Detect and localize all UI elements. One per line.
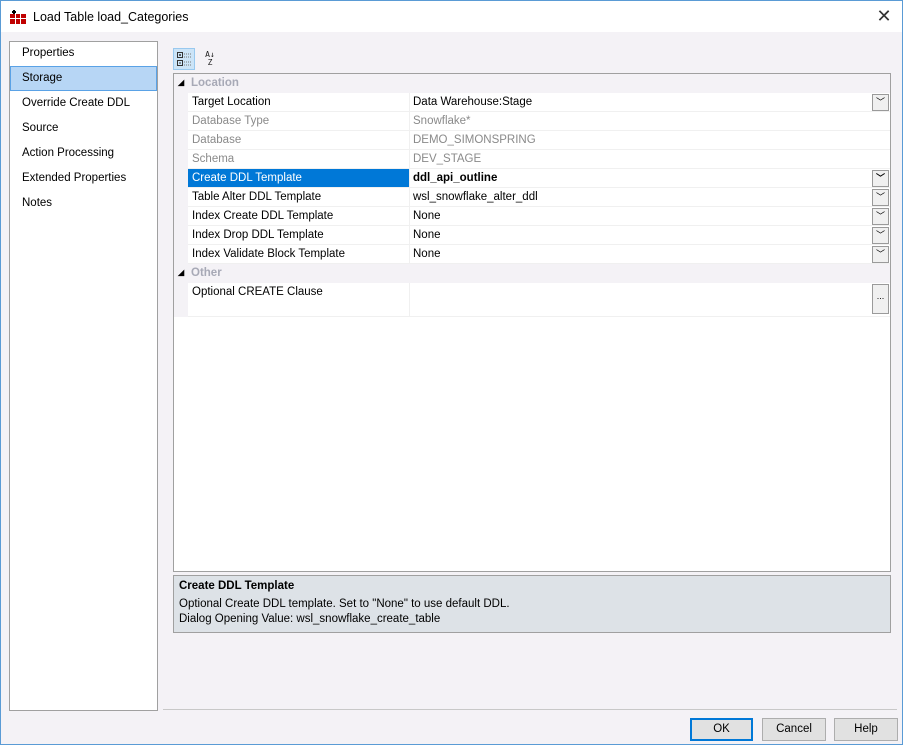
property-row[interactable]: Schema DEV_STAGE: [174, 150, 890, 169]
nav-item-storage[interactable]: Storage: [10, 66, 157, 91]
table-icon: [10, 9, 26, 24]
nav-item-override-create-ddl[interactable]: Override Create DDL: [10, 91, 157, 116]
property-value[interactable]: wsl_snowflake_alter_ddl ﹀: [410, 188, 890, 207]
ellipsis-button[interactable]: ...: [872, 284, 889, 314]
property-label[interactable]: Create DDL Template: [188, 169, 410, 188]
property-value[interactable]: ddl_api_outline ﹀: [410, 169, 890, 188]
row-gutter: [174, 112, 188, 131]
property-value-text: Data Warehouse:Stage: [413, 96, 533, 108]
chevron-down-icon[interactable]: ﹀: [872, 246, 889, 263]
category-location[interactable]: ◢ Location: [174, 74, 890, 93]
property-row[interactable]: Target Location Data Warehouse:Stage ﹀: [174, 93, 890, 112]
row-gutter: [174, 169, 188, 188]
property-label[interactable]: Optional CREATE Clause: [188, 283, 410, 317]
divider: [163, 709, 897, 710]
property-value-text: DEMO_SIMONSPRING: [413, 134, 536, 146]
window-title: Load Table load_Categories: [33, 9, 189, 24]
cancel-button[interactable]: Cancel: [762, 718, 826, 741]
property-row[interactable]: Index Create DDL Template None ﹀: [174, 207, 890, 226]
row-gutter: [174, 245, 188, 264]
property-value[interactable]: ...: [410, 283, 890, 317]
chevron-down-icon[interactable]: ﹀: [872, 227, 889, 244]
property-value-text: None: [413, 229, 441, 241]
chevron-down-icon[interactable]: ﹀: [872, 208, 889, 225]
property-row[interactable]: Create DDL Template ddl_api_outline ﹀: [174, 169, 890, 188]
property-label[interactable]: Database Type: [188, 112, 410, 131]
property-row[interactable]: Database DEMO_SIMONSPRING: [174, 131, 890, 150]
property-row[interactable]: Database Type Snowflake*: [174, 112, 890, 131]
grid-toolbar: A↓Z: [173, 48, 221, 70]
help-button[interactable]: Help: [834, 718, 898, 741]
categorized-icon: [177, 52, 191, 66]
property-value-text: None: [413, 210, 441, 222]
property-value-text: ddl_api_outline: [413, 172, 498, 184]
row-gutter: [174, 207, 188, 226]
property-value-text: wsl_snowflake_alter_ddl: [413, 191, 538, 203]
row-gutter: [174, 131, 188, 150]
property-label[interactable]: Database: [188, 131, 410, 150]
property-value: DEV_STAGE: [410, 150, 890, 169]
property-label[interactable]: Table Alter DDL Template: [188, 188, 410, 207]
category-label: Other: [191, 267, 222, 279]
close-icon[interactable]: ✕: [874, 6, 894, 26]
chevron-down-icon[interactable]: ﹀: [872, 189, 889, 206]
description-panel: Create DDL Template Optional Create DDL …: [173, 575, 891, 633]
chevron-down-icon[interactable]: ﹀: [872, 170, 889, 187]
nav-item-source[interactable]: Source: [10, 116, 157, 141]
property-value[interactable]: None ﹀: [410, 226, 890, 245]
description-title: Create DDL Template: [179, 580, 295, 592]
property-grid: ◢ Location Target Location Data Warehouse:S…: [173, 73, 891, 572]
nav-item-properties[interactable]: Properties: [10, 41, 157, 66]
property-value: Snowflake*: [410, 112, 890, 131]
ok-button[interactable]: OK: [690, 718, 753, 741]
property-label[interactable]: Index Drop DDL Template: [188, 226, 410, 245]
collapse-icon[interactable]: ◢: [178, 74, 184, 92]
property-label[interactable]: Index Create DDL Template: [188, 207, 410, 226]
chevron-down-icon[interactable]: ﹀: [872, 94, 889, 111]
property-label[interactable]: Target Location: [188, 93, 410, 112]
categorized-view-button[interactable]: [173, 48, 195, 70]
row-gutter: [174, 283, 188, 317]
row-gutter: [174, 150, 188, 169]
property-value[interactable]: None ﹀: [410, 207, 890, 226]
category-label: Location: [191, 77, 239, 89]
collapse-icon[interactable]: ◢: [178, 264, 184, 282]
property-value: DEMO_SIMONSPRING: [410, 131, 890, 150]
sort-alpha-icon: A↓Z: [205, 50, 215, 67]
nav-item-notes[interactable]: Notes: [10, 191, 157, 216]
nav-item-action-processing[interactable]: Action Processing: [10, 141, 157, 166]
property-value-text: None: [413, 248, 441, 260]
row-gutter: [174, 188, 188, 207]
property-row[interactable]: Optional CREATE Clause...: [174, 283, 890, 317]
property-row[interactable]: Index Drop DDL Template None ﹀: [174, 226, 890, 245]
row-gutter: [174, 226, 188, 245]
title-bar: Load Table load_Categories ✕: [1, 1, 902, 32]
property-value-text: DEV_STAGE: [413, 153, 482, 165]
description-opening-value: Dialog Opening Value: wsl_snowflake_crea…: [179, 613, 441, 625]
dialog-window: Load Table load_Categories ✕ Properties S…: [0, 0, 903, 745]
property-row[interactable]: Index Validate Block Template None ﹀: [174, 245, 890, 264]
alphabetical-sort-button[interactable]: A↓Z: [199, 48, 221, 70]
property-row[interactable]: Table Alter DDL Template wsl_snowflake_al…: [174, 188, 890, 207]
property-value[interactable]: Data Warehouse:Stage ﹀: [410, 93, 890, 112]
description-text: Optional Create DDL template. Set to "No…: [179, 598, 510, 610]
nav-item-extended-properties[interactable]: Extended Properties: [10, 166, 157, 191]
property-value[interactable]: None ﹀: [410, 245, 890, 264]
nav-list: Properties Storage Override Create DDL Sour…: [9, 41, 158, 711]
row-gutter: [174, 93, 188, 112]
property-value-text: Snowflake*: [413, 115, 471, 127]
category-other[interactable]: ◢ Other: [174, 264, 890, 283]
property-label[interactable]: Schema: [188, 150, 410, 169]
property-label[interactable]: Index Validate Block Template: [188, 245, 410, 264]
